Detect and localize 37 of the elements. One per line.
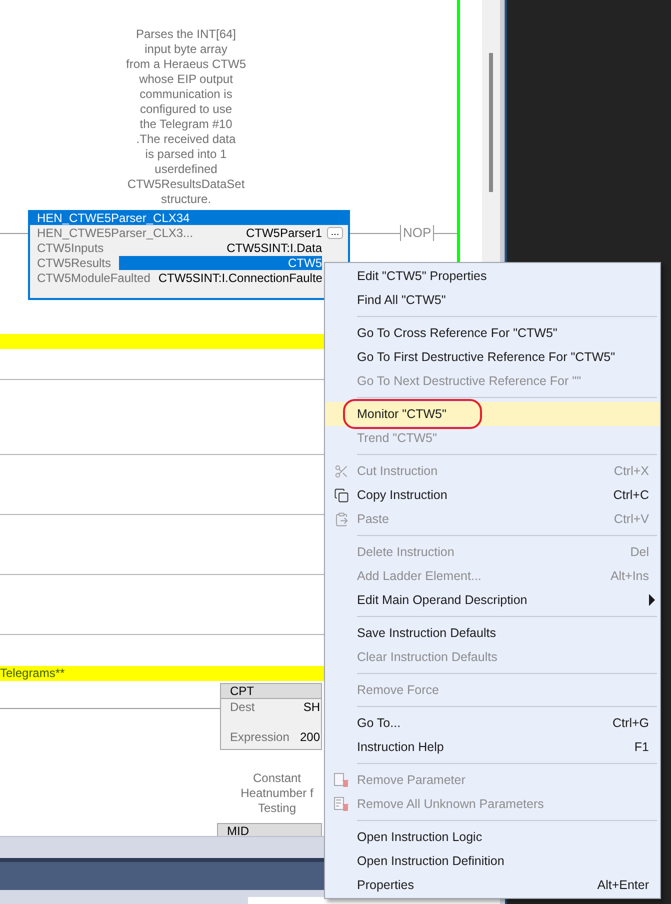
parameter-name: CTW5Results [36, 254, 112, 272]
scrollbar-thumb[interactable] [489, 53, 493, 192]
parameter-value[interactable]: 200 [300, 728, 320, 746]
menu-item[interactable]: Instruction Help F1 [325, 735, 660, 759]
block-title: HEN_CTWE5Parser_CLX34 [30, 212, 348, 225]
parameter-value[interactable]: CTW5SINT:I.Data [112, 240, 322, 254]
parameter-value[interactable]: SH [303, 698, 320, 716]
parameter-name: CTW5Inputs [36, 240, 104, 256]
parameter-value[interactable]: CTW5 [119, 256, 322, 270]
scissors-icon [334, 464, 348, 478]
menu-item[interactable]: Save Instruction Defaults [325, 621, 660, 645]
menu-item[interactable]: Go To... Ctrl+G [325, 711, 660, 735]
parameter-name: CTW5ModuleFaulted [36, 270, 150, 286]
clipboard-icon [334, 512, 348, 526]
page-trash-icon [333, 772, 349, 788]
cpt-block[interactable]: CPT Dest SH Expression 200 [220, 683, 322, 750]
parameter-name: HEN_CTWE5Parser_CLX3... [36, 224, 194, 242]
menu-item[interactable]: Properties Alt+Enter [325, 873, 660, 897]
menu-item[interactable]: Edit Main Operand Description [325, 588, 660, 612]
menu-item[interactable]: Open Instruction Logic [325, 825, 660, 849]
menu-item[interactable]: Go To First Destructive Reference For "CTW5" [325, 345, 660, 369]
instruction-description: Constant Heatnumber f Testing [240, 771, 314, 816]
menu-item[interactable]: Go To Cross Reference For "CTW5" [325, 321, 660, 345]
menu-item[interactable]: Open Instruction Definition [325, 849, 660, 873]
list-trash-icon [333, 796, 349, 812]
parameter-name: Expression [230, 728, 290, 746]
rung-description: Parses the INT[64] input byte array from a Heraeus CTW5 whose EIP output communication is configured to use the Telegram #10 .The received data is parsed into 1 userdefined CTW5ResultsDataSet structure. [124, 27, 248, 207]
block-title: CPT [221, 684, 321, 699]
copy-icon [334, 488, 348, 502]
parameter-value[interactable]: CTW5Parser1 [201, 226, 322, 240]
instruction-block[interactable]: HEN_CTWE5Parser_CLX34 HEN_CTWE5Parser_CLX3... CTW5Parser1 ... CTW5Inputs CTW5SINT:I.Data CTW5Results CTW5 CTW5ModuleFaulted CTW5SINT:I.ConnectionFaulte [28, 210, 350, 300]
mid-block[interactable]: MID [217, 823, 322, 836]
menu-item[interactable]: Monitor "CTW5" [325, 402, 660, 426]
browse-button[interactable]: ... [326, 226, 344, 238]
parameter-value[interactable]: CTW5SINT:I.ConnectionFaulte [158, 270, 322, 284]
parameter-name: Dest [230, 698, 255, 716]
menu-item[interactable]: Copy Instruction Ctrl+C [325, 483, 660, 507]
